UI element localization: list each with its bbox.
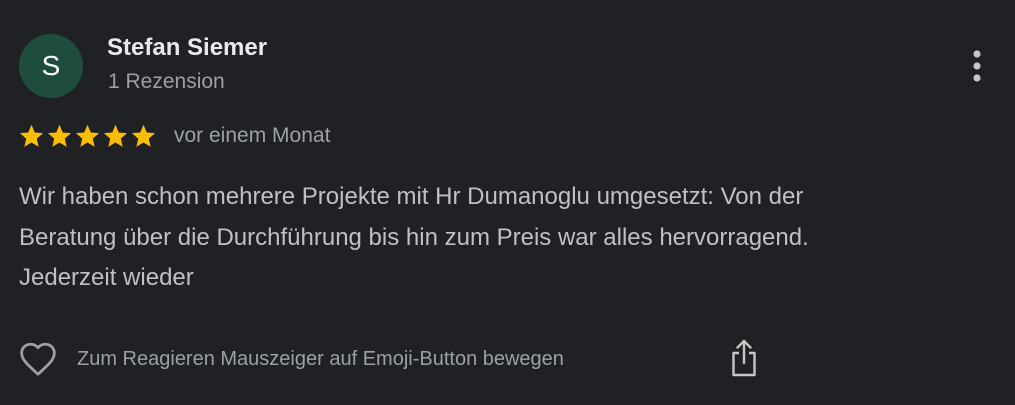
more-options-button[interactable] bbox=[960, 46, 994, 86]
review-text: Wir haben schon mehrere Projekte mit Hr … bbox=[19, 177, 989, 299]
review-card: S Stefan Siemer 1 Rezension vor einem Mo… bbox=[0, 0, 1015, 405]
rating-row: vor einem Monat bbox=[18, 122, 330, 150]
review-text-line: Wir haben schon mehrere Projekte mit Hr … bbox=[19, 183, 804, 210]
star-icon bbox=[131, 124, 156, 147]
share-button[interactable] bbox=[722, 335, 766, 381]
reaction-row: Zum Reagieren Mauszeiger auf Emoji-Butto… bbox=[19, 338, 564, 380]
avatar[interactable]: S bbox=[19, 34, 83, 98]
review-count: 1 Rezension bbox=[108, 70, 225, 93]
reaction-hint: Zum Reagieren Mauszeiger auf Emoji-Butto… bbox=[77, 347, 564, 370]
star-icon bbox=[103, 124, 128, 147]
author-name[interactable]: Stefan Siemer bbox=[107, 34, 267, 62]
star-icon bbox=[47, 124, 72, 147]
avatar-initial: S bbox=[41, 50, 61, 81]
share-icon bbox=[732, 339, 756, 377]
star-icon bbox=[75, 124, 100, 147]
review-text-line: Beratung über die Durchführung bis hin z… bbox=[19, 223, 809, 251]
review-text-line: Jederzeit wieder bbox=[19, 264, 194, 291]
more-vert-icon bbox=[973, 50, 981, 82]
heart-outline-icon bbox=[20, 342, 56, 376]
like-button[interactable] bbox=[17, 339, 59, 379]
star-icon bbox=[19, 124, 44, 147]
review-date: vor einem Monat bbox=[174, 124, 331, 147]
star-rating bbox=[18, 123, 157, 150]
